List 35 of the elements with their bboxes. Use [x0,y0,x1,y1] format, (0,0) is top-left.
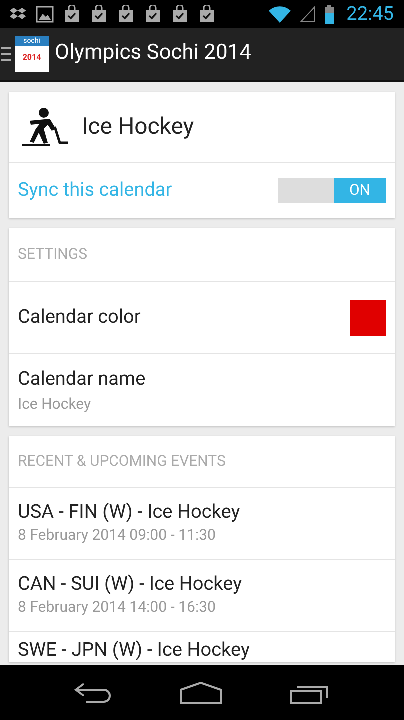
calendar-name: Ice Hockey [82,112,194,142]
wifi-icon [268,6,291,22]
event-item[interactable]: SWE - JPN (W) - Ice Hockey [9,632,395,662]
event-time: 8 February 2014 14:00 - 16:30 [18,597,217,618]
clock: 22:45 [346,0,394,27]
dropbox-icon [10,6,27,22]
shopping-bag-icon [63,5,81,23]
battery-icon [324,4,334,24]
signal-icon [300,6,316,22]
shopping-bag-icon [171,5,189,23]
setting-label: Calendar color [18,304,141,330]
hockey-player-icon [22,107,68,147]
shopping-bag-icon [117,5,135,23]
shopping-bag-icon [144,5,162,23]
event-title: SWE - JPN (W) - Ice Hockey [18,638,251,662]
section-header: SETTINGS [18,244,88,266]
event-title: USA - FIN (W) - Ice Hockey [18,500,242,524]
home-icon[interactable] [180,682,222,704]
event-item[interactable]: CAN - SUI (W) - Ice Hockey 8 February 2014 14:00 - 16:30 [9,560,395,632]
menu-icon[interactable] [1,46,11,62]
section-header: RECENT & UPCOMING EVENTS [18,451,226,472]
settings-item[interactable]: Calendar name Ice Hockey [9,354,395,426]
event-item[interactable]: USA - FIN (W) - Ice Hockey 8 February 2014 09:00 - 11:30 [9,488,395,560]
app-title: Olympics Sochi 2014 [55,40,252,68]
image-icon [36,6,54,22]
shopping-bag-icon [90,5,108,23]
event-title: CAN - SUI (W) - Ice Hockey [18,572,244,596]
color-swatch[interactable] [350,300,386,336]
sync-label: Sync this calendar [18,177,172,204]
back-icon[interactable] [74,682,112,704]
settings-item[interactable]: Calendar color [9,282,395,354]
setting-value: Ice Hockey [18,394,92,415]
shopping-bag-icon [198,5,216,23]
event-time: 8 February 2014 09:00 - 11:30 [18,525,217,546]
setting-label: Calendar name [18,366,146,392]
